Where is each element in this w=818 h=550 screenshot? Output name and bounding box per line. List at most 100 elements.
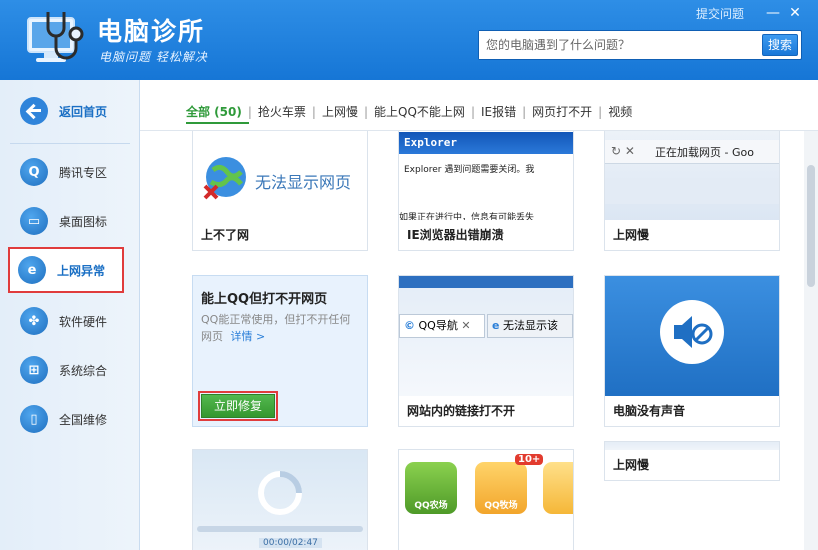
content-scrollbar[interactable]	[804, 131, 818, 550]
tab-page-wont-open[interactable]: 网页打不开	[532, 103, 592, 120]
thumb-browser-bar: ↻ ✕ 正在加载网页 - Goo	[605, 140, 779, 164]
card-title: 能上QQ但打不开网页	[201, 292, 328, 307]
sidebar-divider	[10, 143, 130, 144]
thumb-dialog-body: Explorer 遇到问题需要关闭。我	[404, 165, 535, 175]
sidebar-item-desktop-icons[interactable]: ▭ 桌面图标	[10, 198, 138, 244]
sidebar-item-label: 腾讯专区	[59, 165, 108, 180]
fix-now-button[interactable]: 立即修复	[198, 391, 278, 421]
thumb-dialog-title: Explorer	[399, 132, 573, 154]
issue-grid: 无法显示网页 上不了网 Explorer Explorer 遇到问题需要关闭。我…	[140, 131, 804, 550]
refresh-icon: ↻ ✕	[611, 144, 635, 158]
tab-video[interactable]: 视频	[608, 103, 632, 120]
tab-ie-error[interactable]: IE报错	[481, 103, 516, 120]
card-caption: 上网慢	[605, 220, 779, 250]
tab-train-tickets[interactable]: 抢火车票	[258, 103, 306, 120]
browser-tab-text: 正在加载网页 - Goo	[655, 146, 754, 159]
tab-qq-no-web[interactable]: 能上QQ不能上网	[374, 103, 465, 120]
game-label: QQ牧场	[484, 501, 518, 511]
thumb-blue-bar	[399, 276, 573, 288]
thumb-error-text: 无法显示网页	[255, 173, 352, 192]
desktop-monitor-icon: ▭	[20, 207, 48, 235]
sidebar-item-repair[interactable]: ▯ 全国维修	[10, 396, 138, 442]
card-desc-text: QQ能正常使用，但打不开任何网页	[201, 313, 351, 343]
card-caption: 网站内的链接打不开	[399, 396, 573, 426]
sidebar-item-tencent[interactable]: Q 腾讯专区	[10, 149, 138, 195]
submit-question-link[interactable]: 提交问题	[696, 5, 744, 22]
ie-browser-icon: e	[18, 256, 46, 284]
app-title: 电脑诊所	[97, 17, 206, 46]
tab-separator: |	[470, 104, 475, 119]
back-arrow-icon	[20, 97, 48, 125]
thumb-page-band	[605, 178, 779, 204]
sidebar-item-label: 桌面图标	[59, 214, 108, 229]
window-controls: 提交问题 — ✕	[696, 4, 806, 22]
sidebar-item-label: 上网异常	[57, 263, 106, 278]
game-app-icon	[543, 462, 573, 514]
card-caption: IE浏览器出错崩溃	[399, 220, 573, 250]
issue-card-no-internet[interactable]: 无法显示网页 上不了网	[192, 131, 368, 251]
card-thumbnail: ↻ ✕ 正在加载网页 - Goo	[605, 131, 779, 222]
card-thumbnail: © QQ导航 ✕ e 无法显示该	[399, 276, 573, 398]
card-thumbnail: Explorer Explorer 遇到问题需要关闭。我 如果正在进行中，信息有…	[399, 131, 573, 222]
phone-repair-icon: ▯	[20, 405, 48, 433]
search-box: 搜索	[478, 30, 802, 60]
software-hardware-icon: ✤	[20, 307, 48, 335]
app-header: 电脑诊所 电脑问题 轻松解决 提交问题 — ✕ 搜索	[0, 0, 818, 80]
sidebar: 返回首页 Q 腾讯专区 ▭ 桌面图标 e 上网异常 ✤ 软件硬件 ⊞ 系统综合 …	[0, 80, 140, 550]
sidebar-item-network[interactable]: e 上网异常	[8, 247, 124, 293]
tab-separator: |	[363, 104, 369, 119]
loading-spinner-icon	[258, 471, 302, 515]
sidebar-item-software-hardware[interactable]: ✤ 软件硬件	[10, 298, 138, 344]
tab-separator: |	[247, 104, 252, 119]
sidebar-item-label: 软件硬件	[59, 314, 108, 329]
qq-penguin-icon: Q	[20, 158, 48, 186]
browser-tab-label: 无法显示该	[502, 319, 558, 332]
card-thumbnail: 00:00/02:47	[193, 450, 367, 550]
issue-card-qq-games[interactable]: QQ农场 QQ牧场 10+	[398, 449, 574, 550]
issue-card-slow-internet[interactable]: ↻ ✕ 正在加载网页 - Goo 上网慢	[604, 131, 780, 251]
notification-badge: 10+	[515, 454, 544, 465]
stethoscope-monitor-icon	[27, 12, 84, 62]
details-link[interactable]: 详情 >	[231, 330, 266, 343]
issue-card-ie-crash[interactable]: Explorer Explorer 遇到问题需要关闭。我 如果正在进行中，信息有…	[398, 131, 574, 251]
tab-slow-internet[interactable]: 上网慢	[322, 103, 358, 120]
qq-nav-icon: ©	[404, 319, 415, 332]
card-caption: 上不了网	[193, 220, 367, 250]
tab-separator: |	[522, 104, 527, 119]
close-button[interactable]: ✕	[784, 4, 806, 22]
card-thumbnail	[605, 276, 779, 398]
issue-card-slow-internet-2[interactable]: 上网慢	[604, 441, 780, 481]
sidebar-item-system[interactable]: ⊞ 系统综合	[10, 347, 138, 393]
mute-speaker-icon	[660, 300, 724, 364]
tab-separator: |	[598, 104, 603, 119]
issue-card-no-sound[interactable]: 电脑没有声音	[604, 275, 780, 427]
qq-farm-icon: QQ农场	[405, 462, 457, 514]
thumb-browser-tab-1: © QQ导航 ✕	[399, 314, 485, 338]
browser-tab-label: QQ导航	[418, 319, 458, 332]
globe-error-icon	[203, 157, 246, 200]
windows-logo-icon: ⊞	[20, 356, 48, 384]
search-button[interactable]: 搜索	[762, 34, 798, 56]
tab-separator: |	[311, 104, 316, 119]
sidebar-item-label: 全国维修	[59, 412, 108, 427]
video-progress-track[interactable]	[197, 526, 363, 532]
tab-close-icon: ✕	[461, 319, 471, 332]
minimize-button[interactable]: —	[762, 4, 784, 22]
back-home-label: 返回首页	[59, 104, 108, 119]
app-subtitle: 电脑问题 轻松解决	[99, 50, 208, 64]
active-tab-indicator	[186, 122, 249, 124]
scrollbar-thumb[interactable]	[807, 165, 815, 287]
tab-all[interactable]: 全部 (50)	[186, 103, 242, 120]
game-label: QQ农场	[414, 501, 448, 511]
search-input[interactable]	[479, 31, 763, 59]
issue-card-links-broken[interactable]: © QQ导航 ✕ e 无法显示该 网站内的链接打不开	[398, 275, 574, 427]
back-home-button[interactable]: 返回首页	[20, 97, 107, 125]
thumb-browser-tab-2: e 无法显示该	[487, 314, 573, 338]
card-description: QQ能正常使用，但打不开任何网页 详情 >	[201, 311, 361, 345]
sidebar-item-label: 系统综合	[59, 363, 108, 378]
issue-card-video[interactable]: 00:00/02:47	[192, 449, 368, 550]
ie-tab-icon: e	[492, 319, 500, 332]
category-tabs: 全部 (50) | 抢火车票 | 上网慢 | 能上QQ不能上网 | IE报错 |…	[186, 103, 632, 120]
issue-card-qq-no-web[interactable]: 能上QQ但打不开网页 QQ能正常使用，但打不开任何网页 详情 > 立即修复	[192, 275, 368, 427]
qq-ranch-icon: QQ牧场	[475, 462, 527, 514]
